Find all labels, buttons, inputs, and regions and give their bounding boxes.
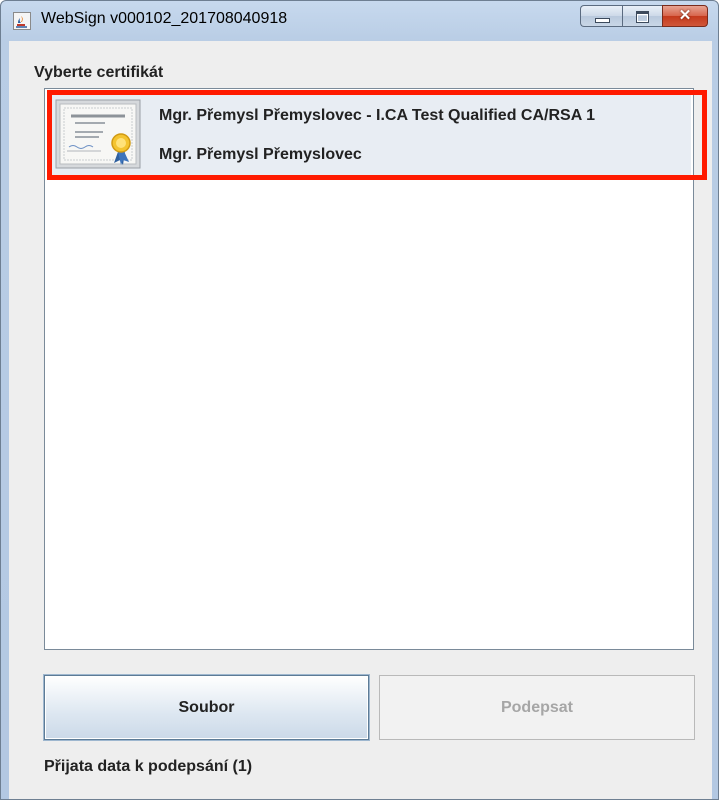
title-bar[interactable]: WebSign v000102_201708040918 ✕ (1, 1, 718, 41)
window-title: WebSign v000102_201708040918 (41, 10, 288, 27)
sign-button[interactable]: Podepsat (379, 675, 695, 740)
maximize-icon (636, 11, 649, 23)
section-label: Vyberte certifikát (34, 64, 164, 81)
maximize-button[interactable] (622, 5, 662, 27)
file-button[interactable]: Soubor (44, 675, 369, 740)
minimize-button[interactable] (580, 5, 622, 27)
minimize-icon (595, 18, 610, 23)
selection-highlight-box (47, 90, 707, 180)
close-icon: ✕ (678, 7, 692, 24)
close-button[interactable]: ✕ (662, 5, 708, 27)
window-controls: ✕ (580, 5, 708, 27)
java-cup-icon (13, 12, 31, 30)
status-text: Přijata data k podepsání (1) (44, 758, 253, 775)
